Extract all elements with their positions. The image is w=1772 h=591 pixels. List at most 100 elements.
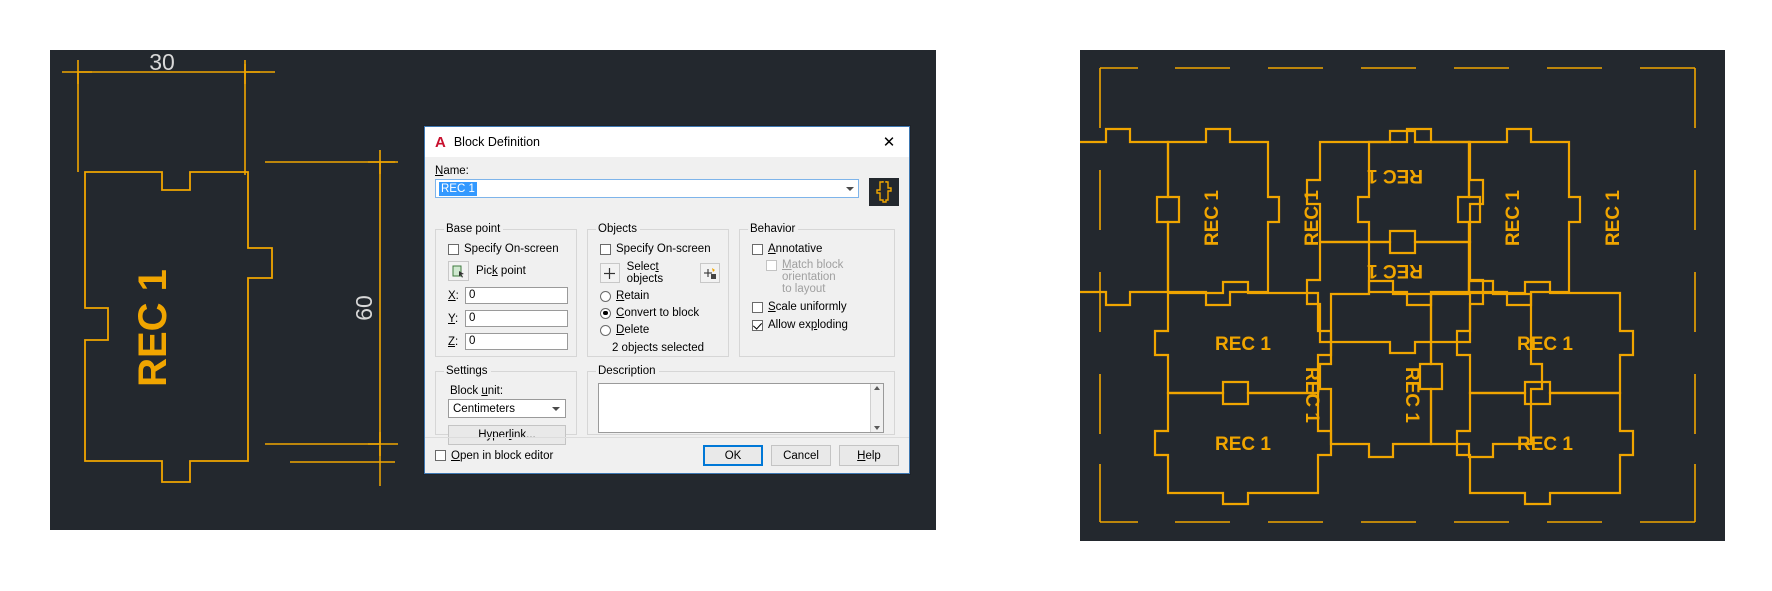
block-unit-combo[interactable]: Centimeters bbox=[448, 399, 566, 418]
open-in-block-editor-row[interactable]: Open in block editor bbox=[435, 450, 553, 462]
dim-30-text: 30 bbox=[149, 50, 175, 75]
annotative-row[interactable]: Annotative bbox=[752, 243, 886, 255]
base-z-label: Z: bbox=[448, 335, 459, 348]
block-name-combo[interactable]: REC 1 bbox=[435, 179, 859, 198]
svg-text:REC 1: REC 1 bbox=[1401, 367, 1422, 423]
open-in-block-editor-checkbox[interactable] bbox=[435, 450, 446, 461]
ok-button[interactable]: OK bbox=[703, 445, 763, 466]
description-legend: Description bbox=[598, 365, 656, 377]
pick-point-label: Pick point bbox=[476, 265, 526, 277]
puzzle-piece-outline bbox=[84, 171, 273, 483]
annotative-checkbox[interactable] bbox=[752, 243, 763, 255]
dialog-footer: Open in block editor OK Cancel Help bbox=[425, 437, 909, 473]
cancel-button[interactable]: Cancel bbox=[771, 445, 831, 466]
pick-point-row[interactable]: Pick point bbox=[448, 261, 568, 281]
block-unit-value: Centimeters bbox=[453, 402, 515, 415]
close-icon[interactable]: ✕ bbox=[869, 127, 909, 157]
scroll-down-icon[interactable] bbox=[874, 426, 880, 430]
pick-point-icon[interactable] bbox=[448, 261, 469, 281]
description-group: Description bbox=[587, 365, 895, 435]
delete-radio[interactable] bbox=[600, 324, 611, 336]
behavior-group: Behavior Annotative Match block orientat… bbox=[739, 223, 895, 357]
objects-specify-onscreen-row[interactable]: Specify On-screen bbox=[600, 243, 720, 255]
base-y-input[interactable]: 0 bbox=[465, 310, 568, 327]
piece-labels: REC 1 REC 1 REC 1 REC 1 REC 1 REC 1 REC … bbox=[1202, 165, 1624, 455]
scale-uniformly-label: Scale uniformly bbox=[768, 301, 847, 313]
retain-label: Retain bbox=[616, 290, 650, 302]
scale-uniformly-row[interactable]: Scale uniformly bbox=[752, 301, 886, 313]
settings-group: Settings Block unit: Centimeters Hyperli… bbox=[435, 365, 577, 445]
convert-to-block-radio[interactable] bbox=[600, 307, 611, 319]
delete-label: Delete bbox=[616, 324, 650, 336]
description-scrollbar[interactable] bbox=[870, 384, 883, 432]
crosshair-cursor bbox=[290, 446, 395, 486]
objects-selection-note: 2 objects selected bbox=[611, 342, 705, 354]
quick-select-icon[interactable] bbox=[700, 263, 720, 283]
retain-radio[interactable] bbox=[600, 290, 611, 302]
block-definition-dialog[interactable]: A Block Definition ✕ Name: REC 1 Base po… bbox=[424, 126, 910, 474]
base-z-row[interactable]: Z: 0 bbox=[448, 333, 568, 350]
allow-exploding-checkbox[interactable] bbox=[752, 319, 763, 331]
base-x-input[interactable]: 0 bbox=[465, 287, 568, 304]
block-name-value: REC 1 bbox=[439, 181, 477, 196]
help-button[interactable]: Help bbox=[839, 445, 899, 466]
scroll-up-icon[interactable] bbox=[874, 386, 880, 390]
svg-text:REC 1: REC 1 bbox=[1215, 434, 1271, 455]
right-cad-canvas: REC 1 REC 1 REC 1 REC 1 REC 1 REC 1 REC … bbox=[1080, 67, 1696, 523]
name-label: Name: bbox=[435, 165, 469, 177]
select-objects-label: Select objects bbox=[626, 261, 664, 285]
open-in-block-editor-label: Open in block editor bbox=[451, 449, 554, 462]
annotative-label: Annotative bbox=[768, 243, 823, 255]
chevron-down-icon[interactable] bbox=[552, 406, 560, 411]
base-specify-onscreen-checkbox[interactable] bbox=[448, 243, 459, 255]
convert-row[interactable]: Convert to block bbox=[600, 307, 720, 319]
objects-specify-onscreen-label: Specify On-screen bbox=[616, 243, 711, 255]
delete-row[interactable]: Delete bbox=[600, 324, 720, 336]
dim-60-text: 60 bbox=[351, 295, 377, 321]
base-z-input[interactable]: 0 bbox=[465, 333, 568, 350]
dialog-titlebar[interactable]: A Block Definition ✕ bbox=[425, 127, 909, 157]
base-y-row[interactable]: Y: 0 bbox=[448, 310, 568, 327]
match-orientation-checkbox bbox=[766, 260, 777, 271]
dialog-title: Block Definition bbox=[453, 135, 540, 149]
base-point-legend: Base point bbox=[446, 223, 501, 235]
base-y-label: Y: bbox=[448, 312, 459, 325]
objects-specify-onscreen-checkbox[interactable] bbox=[600, 243, 611, 255]
svg-text:REC 1: REC 1 bbox=[1367, 165, 1423, 186]
crosshair-select-icon[interactable] bbox=[600, 263, 620, 283]
svg-text:REC 1: REC 1 bbox=[1367, 260, 1423, 281]
base-point-group: Base point Specify On-screen Pick point bbox=[435, 223, 577, 357]
settings-legend: Settings bbox=[446, 365, 488, 377]
behavior-legend: Behavior bbox=[750, 223, 796, 235]
base-specify-onscreen-row[interactable]: Specify On-screen bbox=[448, 243, 568, 255]
piece-label: REC 1 bbox=[131, 269, 175, 387]
piece-group-bottom bbox=[1153, 279, 1635, 506]
retain-row[interactable]: Retain bbox=[600, 290, 720, 302]
match-orientation-label: Match block orientation to layout bbox=[782, 259, 844, 295]
base-x-label: X: bbox=[448, 289, 459, 302]
svg-text:REC 1: REC 1 bbox=[1517, 434, 1573, 455]
right-cad-viewport[interactable]: REC 1 REC 1 REC 1 REC 1 REC 1 REC 1 REC … bbox=[1080, 50, 1725, 541]
chevron-down-icon[interactable] bbox=[846, 186, 854, 191]
objects-group: Objects Specify On-screen Select objects bbox=[587, 223, 729, 357]
select-objects-row[interactable]: Select objects bbox=[600, 261, 720, 285]
dim-30 bbox=[62, 60, 275, 175]
block-preview-thumbnail bbox=[869, 178, 899, 206]
base-specify-onscreen-label: Specify On-screen bbox=[464, 243, 559, 255]
svg-text:REC 1: REC 1 bbox=[1603, 190, 1624, 246]
autocad-logo-icon: A bbox=[435, 133, 446, 151]
allow-exploding-label: Allow exploding bbox=[768, 319, 848, 331]
svg-text:REC 1: REC 1 bbox=[1503, 190, 1524, 246]
match-orientation-row: Match block orientation to layout bbox=[766, 259, 886, 295]
base-x-row[interactable]: X: 0 bbox=[448, 287, 568, 304]
svg-text:REC 1: REC 1 bbox=[1302, 190, 1323, 246]
svg-text:REC 1: REC 1 bbox=[1202, 190, 1223, 246]
convert-to-block-label: Convert to block bbox=[616, 307, 700, 319]
svg-text:REC 1: REC 1 bbox=[1215, 334, 1271, 355]
allow-exploding-row[interactable]: Allow exploding bbox=[752, 319, 886, 331]
svg-text:REC 1: REC 1 bbox=[1301, 367, 1322, 423]
svg-text:REC 1: REC 1 bbox=[1517, 334, 1573, 355]
description-textarea[interactable] bbox=[598, 383, 884, 433]
dim-60 bbox=[265, 150, 398, 456]
scale-uniformly-checkbox[interactable] bbox=[752, 301, 763, 313]
